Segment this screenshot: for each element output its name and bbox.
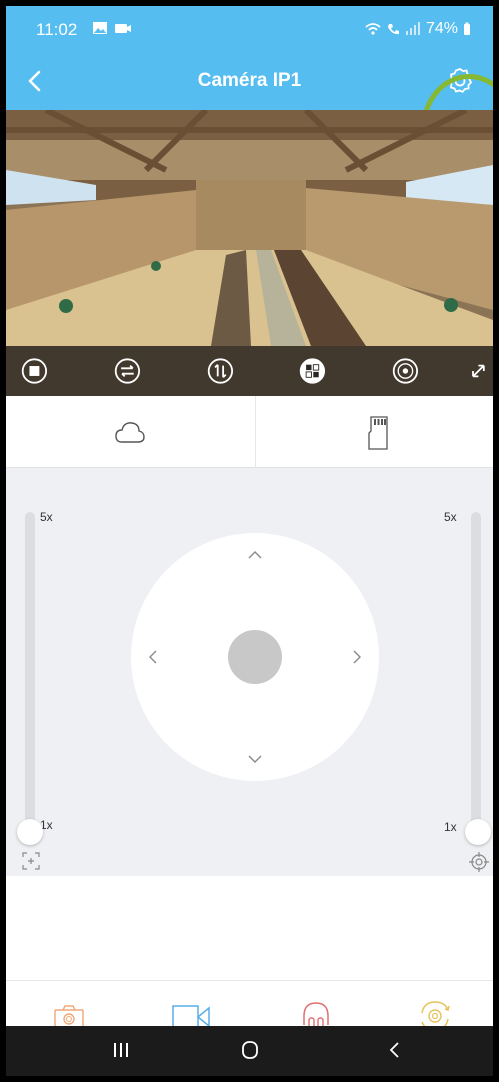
right-zoom-max-label: 5x bbox=[444, 510, 457, 524]
right-zoom-thumb[interactable] bbox=[465, 819, 491, 845]
video-controls-bar bbox=[6, 346, 493, 396]
notification-icons bbox=[92, 21, 132, 35]
cloud-icon[interactable] bbox=[114, 418, 146, 446]
call-icon bbox=[387, 24, 399, 35]
wifi-icon bbox=[365, 23, 381, 35]
home-icon[interactable] bbox=[240, 1040, 260, 1060]
left-zoom-thumb[interactable] bbox=[17, 819, 43, 845]
left-zoom-max-label: 5x bbox=[40, 510, 53, 524]
sd-card-icon[interactable] bbox=[367, 415, 391, 451]
flip-vertical-icon[interactable] bbox=[206, 355, 235, 387]
stop-icon[interactable] bbox=[20, 355, 49, 387]
battery-icon bbox=[464, 22, 470, 35]
storage-tabs bbox=[6, 396, 493, 468]
gallery-icon bbox=[93, 22, 107, 34]
gear-icon[interactable] bbox=[445, 66, 475, 96]
status-time: 11:02 bbox=[36, 20, 78, 39]
focus-icon[interactable] bbox=[22, 852, 40, 870]
status-bar: 11:02 74% bbox=[6, 6, 493, 52]
layout-icon[interactable] bbox=[298, 355, 327, 387]
app-screen: 11:02 74% Caméra IP1 5x 1x 5x 1x bbox=[6, 6, 493, 1076]
divider bbox=[255, 396, 256, 468]
chevron-left-arrow-icon[interactable] bbox=[143, 647, 163, 667]
right-zoom-min-label: 1x bbox=[444, 820, 457, 834]
target-icon[interactable] bbox=[391, 355, 420, 387]
chevron-down-icon[interactable] bbox=[245, 749, 265, 769]
status-right: 74% bbox=[365, 20, 471, 38]
ptz-control-panel: 5x 1x 5x 1x bbox=[6, 468, 493, 876]
crosshair-icon[interactable] bbox=[469, 852, 489, 872]
recent-apps-icon[interactable] bbox=[112, 1040, 130, 1060]
app-header: Caméra IP1 bbox=[6, 52, 493, 184]
fullscreen-icon[interactable] bbox=[464, 355, 493, 387]
joystick-knob[interactable] bbox=[228, 630, 282, 684]
battery-text: 74% bbox=[425, 20, 458, 37]
signal-icon bbox=[405, 22, 420, 35]
page-title: Caméra IP1 bbox=[197, 70, 302, 91]
flip-horizontal-icon[interactable] bbox=[113, 355, 142, 387]
left-zoom-track[interactable] bbox=[25, 512, 35, 832]
chevron-up-icon[interactable] bbox=[245, 545, 265, 565]
camera-notification-icon bbox=[115, 24, 131, 33]
chevron-right-icon[interactable] bbox=[347, 647, 367, 667]
ptz-joystick[interactable] bbox=[131, 533, 379, 781]
right-zoom-track[interactable] bbox=[471, 512, 481, 832]
live-video-feed[interactable] bbox=[6, 110, 493, 396]
back-nav-icon[interactable] bbox=[386, 1040, 402, 1060]
